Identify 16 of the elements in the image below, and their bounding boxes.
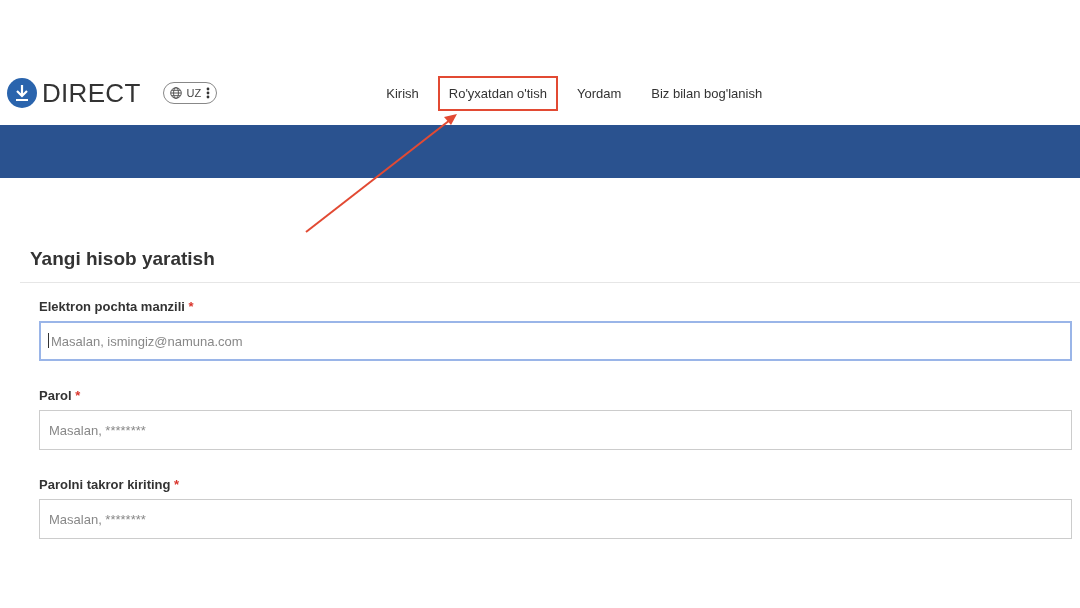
nav-link[interactable]: Kirish [375,75,430,111]
nav-link[interactable]: Yordam [565,75,633,111]
globe-icon [169,87,182,99]
nav-link[interactable]: Ro'yxatdan o'tish [437,75,558,111]
form-title: Yangi hisob yaratish [20,235,1080,283]
nav-link[interactable]: Biz bilan bog'lanish [640,75,774,111]
logo-text: DIRECT [42,77,141,109]
input-field[interactable]: Masalan, ismingiz@namuna.com [39,321,1072,361]
field-label: Parol * [39,388,82,403]
download-icon [7,78,37,108]
input-field[interactable]: Masalan, ******** [39,410,1072,450]
kebab-icon [206,87,211,99]
field-label: Elektron pochta manzili * [39,299,195,314]
input-field[interactable]: Masalan, ******** [39,499,1072,539]
text-cursor [48,333,49,348]
field-label: Parolni takror kiriting * [39,477,181,492]
